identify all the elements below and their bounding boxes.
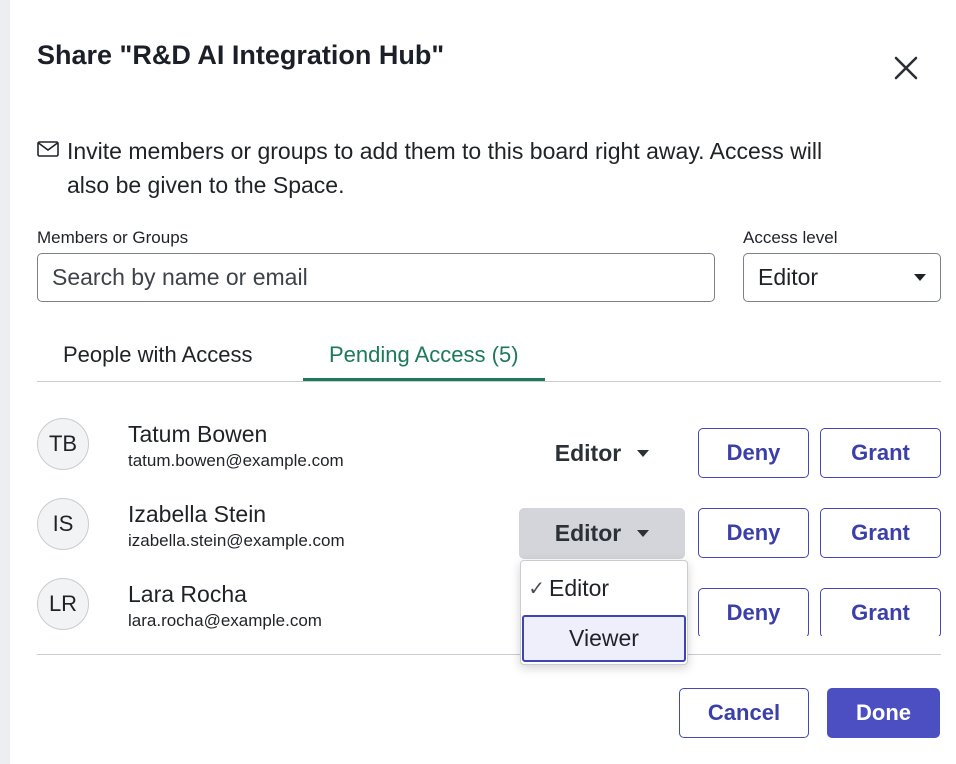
access-tabs: People with Access Pending Access (5)	[37, 330, 941, 382]
cancel-button[interactable]: Cancel	[679, 688, 809, 738]
access-level-select[interactable]: Editor	[743, 253, 941, 302]
role-value: Editor	[554, 520, 622, 546]
close-button[interactable]	[888, 50, 924, 86]
menu-item-editor[interactable]: ✓ Editor	[521, 565, 687, 612]
grant-button[interactable]: Grant	[820, 428, 941, 478]
access-level-value: Editor	[758, 264, 819, 290]
close-icon	[894, 56, 918, 80]
share-dialog: Share "R&D AI Integration Hub" Invite me…	[10, 0, 956, 764]
caret-down-icon	[637, 530, 650, 537]
menu-item-viewer[interactable]: Viewer	[522, 615, 686, 662]
person-email: lara.rocha@example.com	[128, 611, 322, 630]
checkmark-icon: ✓	[528, 578, 545, 600]
list-item: IS Izabella Stein izabella.stein@example…	[37, 488, 941, 560]
role-dropdown-menu: ✓ Editor Viewer	[520, 560, 688, 665]
deny-button[interactable]: Deny	[698, 588, 809, 636]
access-level-label: Access level	[743, 228, 838, 247]
info-text-line-2: also be given to the Space.	[67, 172, 345, 198]
info-text-line-1: Invite members or groups to add them to …	[67, 138, 823, 164]
grant-button[interactable]: Grant	[820, 588, 941, 636]
member-search-input[interactable]	[37, 253, 715, 302]
list-item: TB Tatum Bowen tatum.bowen@example.com E…	[37, 408, 941, 480]
person-name: Tatum Bowen	[128, 421, 268, 447]
list-item: LR Lara Rocha lara.rocha@example.com Edi…	[37, 568, 941, 636]
role-value: Editor	[554, 440, 622, 466]
deny-button[interactable]: Deny	[698, 508, 809, 558]
menu-item-label: Editor	[549, 575, 610, 601]
caret-down-icon	[637, 450, 650, 457]
person-name: Izabella Stein	[128, 501, 267, 527]
menu-item-label: Viewer	[569, 625, 639, 651]
grant-button[interactable]: Grant	[820, 508, 941, 558]
tab-people-with-access[interactable]: People with Access	[37, 342, 279, 381]
members-label: Members or Groups	[37, 228, 189, 247]
envelope-icon	[37, 132, 59, 157]
dialog-title: Share "R&D AI Integration Hub"	[37, 40, 445, 70]
caret-down-icon	[914, 274, 926, 281]
role-dropdown[interactable]: Editor	[519, 428, 685, 479]
deny-button[interactable]: Deny	[698, 428, 809, 478]
footer-divider	[37, 654, 941, 655]
tab-pending-access[interactable]: Pending Access (5)	[303, 342, 545, 381]
person-email: tatum.bowen@example.com	[128, 451, 344, 470]
avatar: LR	[37, 578, 89, 630]
pending-access-list: TB Tatum Bowen tatum.bowen@example.com E…	[37, 408, 941, 636]
avatar: IS	[37, 498, 89, 550]
person-email: izabella.stein@example.com	[128, 531, 345, 550]
role-dropdown[interactable]: Editor	[519, 508, 685, 559]
person-name: Lara Rocha	[128, 581, 247, 607]
invite-info: Invite members or groups to add them to …	[37, 132, 917, 202]
done-button[interactable]: Done	[827, 688, 940, 738]
avatar: TB	[37, 418, 89, 470]
